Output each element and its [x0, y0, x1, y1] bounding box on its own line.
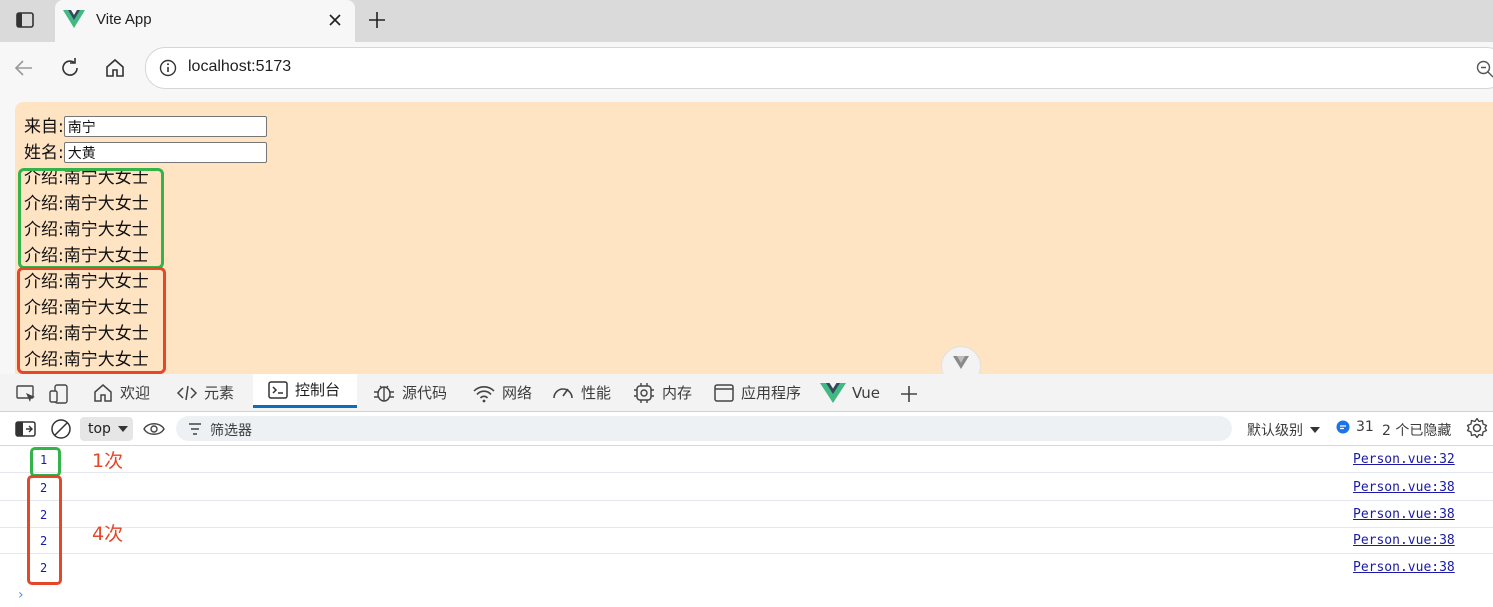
log-source-link[interactable]: Person.vue:38 [1353, 480, 1455, 495]
console-log-row: 2 Person.vue:38 [0, 554, 1493, 580]
refresh-icon[interactable] [58, 56, 82, 80]
chevron-down-icon [1310, 427, 1320, 433]
browser-toolbar: localhost:5173 [0, 42, 1493, 94]
more-tools-plus-icon[interactable] [898, 383, 920, 405]
tab-strip: Vite App [0, 0, 1493, 42]
from-input[interactable] [63, 116, 267, 137]
console-output: 1 Person.vue:32 2 Person.vue:38 2 Person… [0, 446, 1493, 607]
tab-label: 源代码 [402, 384, 448, 402]
tab-network[interactable]: 网络 [472, 374, 532, 411]
from-label: 来自: [24, 117, 64, 137]
tab-label: 元素 [204, 384, 235, 402]
tab-elements[interactable]: 元素 [176, 374, 234, 411]
annotation-once: 1次 [92, 450, 124, 472]
close-tab-icon[interactable] [327, 12, 343, 28]
chip-icon [634, 382, 654, 403]
device-emulation-icon[interactable] [48, 383, 70, 405]
log-level-select[interactable]: 默认级别 [1247, 420, 1320, 440]
address-bar[interactable]: localhost:5173 [145, 47, 1493, 89]
back-icon[interactable] [12, 56, 36, 80]
tab-label: 性能 [581, 384, 612, 402]
filter-placeholder: 筛选器 [210, 423, 252, 439]
devtools-panel: 欢迎 元素 控制台 源代码 网络 性能 内存 应用程序 Vue top 筛选器 … [0, 374, 1493, 607]
tab-performance[interactable]: 性能 [551, 374, 611, 411]
app-window-icon [714, 383, 734, 402]
vue-favicon-icon [63, 10, 85, 28]
tab-console[interactable]: 控制台 [253, 374, 357, 408]
console-log-row: 2 Person.vue:38 [0, 501, 1493, 528]
console-log-row: 2 Person.vue:38 [0, 527, 1493, 554]
console-sidebar-icon[interactable] [15, 420, 37, 438]
name-input[interactable] [63, 142, 267, 163]
site-info-icon[interactable] [159, 59, 177, 77]
name-label: 姓名: [24, 143, 64, 163]
wifi-icon [473, 385, 495, 402]
annotation-four-times: 4次 [92, 523, 124, 545]
log-source-link[interactable]: Person.vue:38 [1353, 533, 1455, 548]
url-text: localhost:5173 [188, 58, 292, 75]
filter-input[interactable]: 筛选器 [176, 416, 1232, 441]
tab-welcome[interactable]: 欢迎 [92, 374, 150, 411]
chevron-down-icon [953, 356, 969, 369]
page-viewport: 来自: 姓名: 介绍:南宁大女士 介绍:南宁大女士 介绍:南宁大女士 介绍:南宁… [0, 94, 1493, 386]
code-icon [176, 385, 198, 400]
bug-icon [374, 385, 394, 402]
red-annotation-box [27, 475, 62, 585]
from-row: 来自: [24, 114, 267, 140]
tab-label: 内存 [662, 384, 693, 402]
gauge-icon [553, 387, 573, 398]
chevron-down-icon [118, 426, 128, 432]
name-row: 姓名: [24, 140, 267, 166]
home-icon [94, 383, 112, 402]
log-source-link[interactable]: Person.vue:38 [1353, 560, 1455, 575]
home-icon[interactable] [103, 56, 127, 80]
tab-label: 应用程序 [741, 384, 802, 402]
new-tab-icon[interactable] [366, 9, 388, 31]
devtools-tabbar: 欢迎 元素 控制台 源代码 网络 性能 内存 应用程序 Vue [0, 374, 1493, 412]
context-select[interactable]: top [80, 417, 133, 441]
tab-label: Vue [852, 383, 880, 402]
console-log-row: 2 Person.vue:38 [0, 474, 1493, 501]
log-source-link[interactable]: Person.vue:32 [1353, 452, 1455, 467]
tab-memory[interactable]: 内存 [632, 374, 692, 411]
browser-tab-active[interactable]: Vite App [55, 0, 355, 42]
context-value: top [88, 421, 111, 437]
tab-vue[interactable]: Vue [820, 374, 880, 411]
message-bubble-icon [1336, 420, 1350, 434]
green-annotation-box [30, 447, 61, 477]
gear-icon[interactable] [1466, 417, 1488, 439]
clear-console-icon[interactable] [50, 418, 72, 440]
live-expression-eye-icon[interactable] [143, 421, 165, 437]
log-level-value: 默认级别 [1247, 423, 1303, 439]
console-toolbar: top 筛选器 默认级别 31 2 个已隐藏 [0, 412, 1493, 446]
tab-label: 欢迎 [120, 384, 151, 402]
tab-actions-icon[interactable] [14, 9, 36, 31]
console-prompt[interactable]: › [18, 587, 24, 603]
tab-title: Vite App [96, 11, 152, 28]
console-icon [268, 380, 288, 399]
zoom-icon[interactable] [1476, 60, 1493, 78]
message-count-value: 31 [1356, 419, 1374, 435]
red-highlight-box [17, 267, 166, 374]
log-source-link[interactable]: Person.vue:38 [1353, 507, 1455, 522]
message-count[interactable]: 31 [1336, 419, 1374, 435]
filter-icon [189, 423, 201, 435]
tab-label: 网络 [502, 384, 533, 402]
tab-sources[interactable]: 源代码 [372, 374, 447, 411]
green-highlight-box [18, 168, 164, 269]
tab-label: 控制台 [295, 381, 341, 399]
person-component: 来自: 姓名: 介绍:南宁大女士 介绍:南宁大女士 介绍:南宁大女士 介绍:南宁… [15, 102, 1493, 377]
console-log-row: 1 Person.vue:32 [0, 446, 1493, 473]
hidden-count[interactable]: 2 个已隐藏 [1382, 420, 1451, 440]
inspect-element-icon[interactable] [15, 383, 37, 405]
tab-application[interactable]: 应用程序 [713, 374, 801, 411]
vue-logo-icon [820, 382, 846, 403]
